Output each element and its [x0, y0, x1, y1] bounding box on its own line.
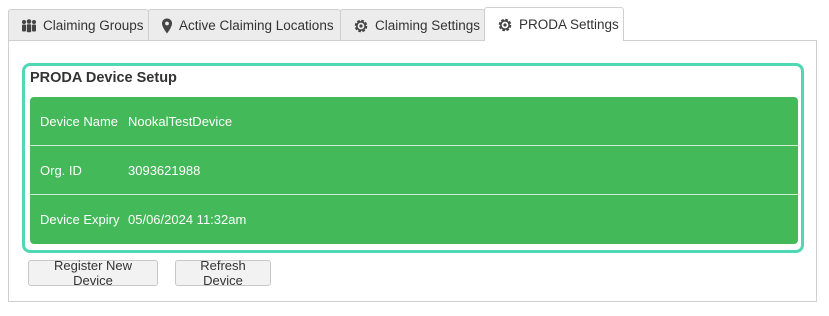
- row-label: Org. ID: [40, 162, 82, 178]
- refresh-device-button[interactable]: Refresh Device: [175, 258, 271, 288]
- tab-label: Claiming Settings: [375, 18, 481, 33]
- row-value: 3093621988: [128, 162, 201, 178]
- org-id-row: Org. ID 3093621988: [30, 146, 798, 195]
- location-pin-icon: [161, 18, 173, 34]
- row-label: Device Name: [40, 113, 119, 129]
- tab-proda-settings[interactable]: PRODA Settings: [484, 7, 624, 41]
- row-value: 05/06/2024 11:32am: [128, 212, 247, 227]
- proda-device-setup-box: PRODA Device Setup Device Name NookalTes…: [22, 63, 804, 253]
- tab-claiming-groups[interactable]: Claiming Groups: [8, 9, 149, 41]
- gear-icon: [497, 17, 513, 33]
- proda-settings-panel: PRODA Device Setup Device Name NookalTes…: [8, 40, 817, 302]
- register-new-device-button[interactable]: Register New Device: [28, 258, 158, 288]
- device-name-row: Device Name NookalTestDevice: [30, 97, 798, 146]
- tab-active-claiming-locations[interactable]: Active Claiming Locations: [148, 9, 341, 41]
- device-expiry-row: Device Expiry 05/06/2024 11:32am: [30, 195, 798, 244]
- tab-label: PRODA Settings: [519, 17, 619, 32]
- group-icon: [21, 18, 37, 34]
- row-value: NookalTestDevice: [128, 113, 233, 129]
- tab-label: Claiming Groups: [43, 18, 144, 33]
- tab-label: Active Claiming Locations: [179, 18, 334, 33]
- tab-claiming-settings[interactable]: Claiming Settings: [340, 9, 485, 41]
- section-title: PRODA Device Setup: [30, 70, 177, 86]
- tab-bar: Claiming Groups Active Claiming Location…: [8, 7, 821, 41]
- row-label: Device Expiry: [40, 212, 120, 227]
- gear-icon: [353, 18, 369, 34]
- device-details-table: Device Name NookalTestDevice Org. ID 309…: [30, 97, 798, 244]
